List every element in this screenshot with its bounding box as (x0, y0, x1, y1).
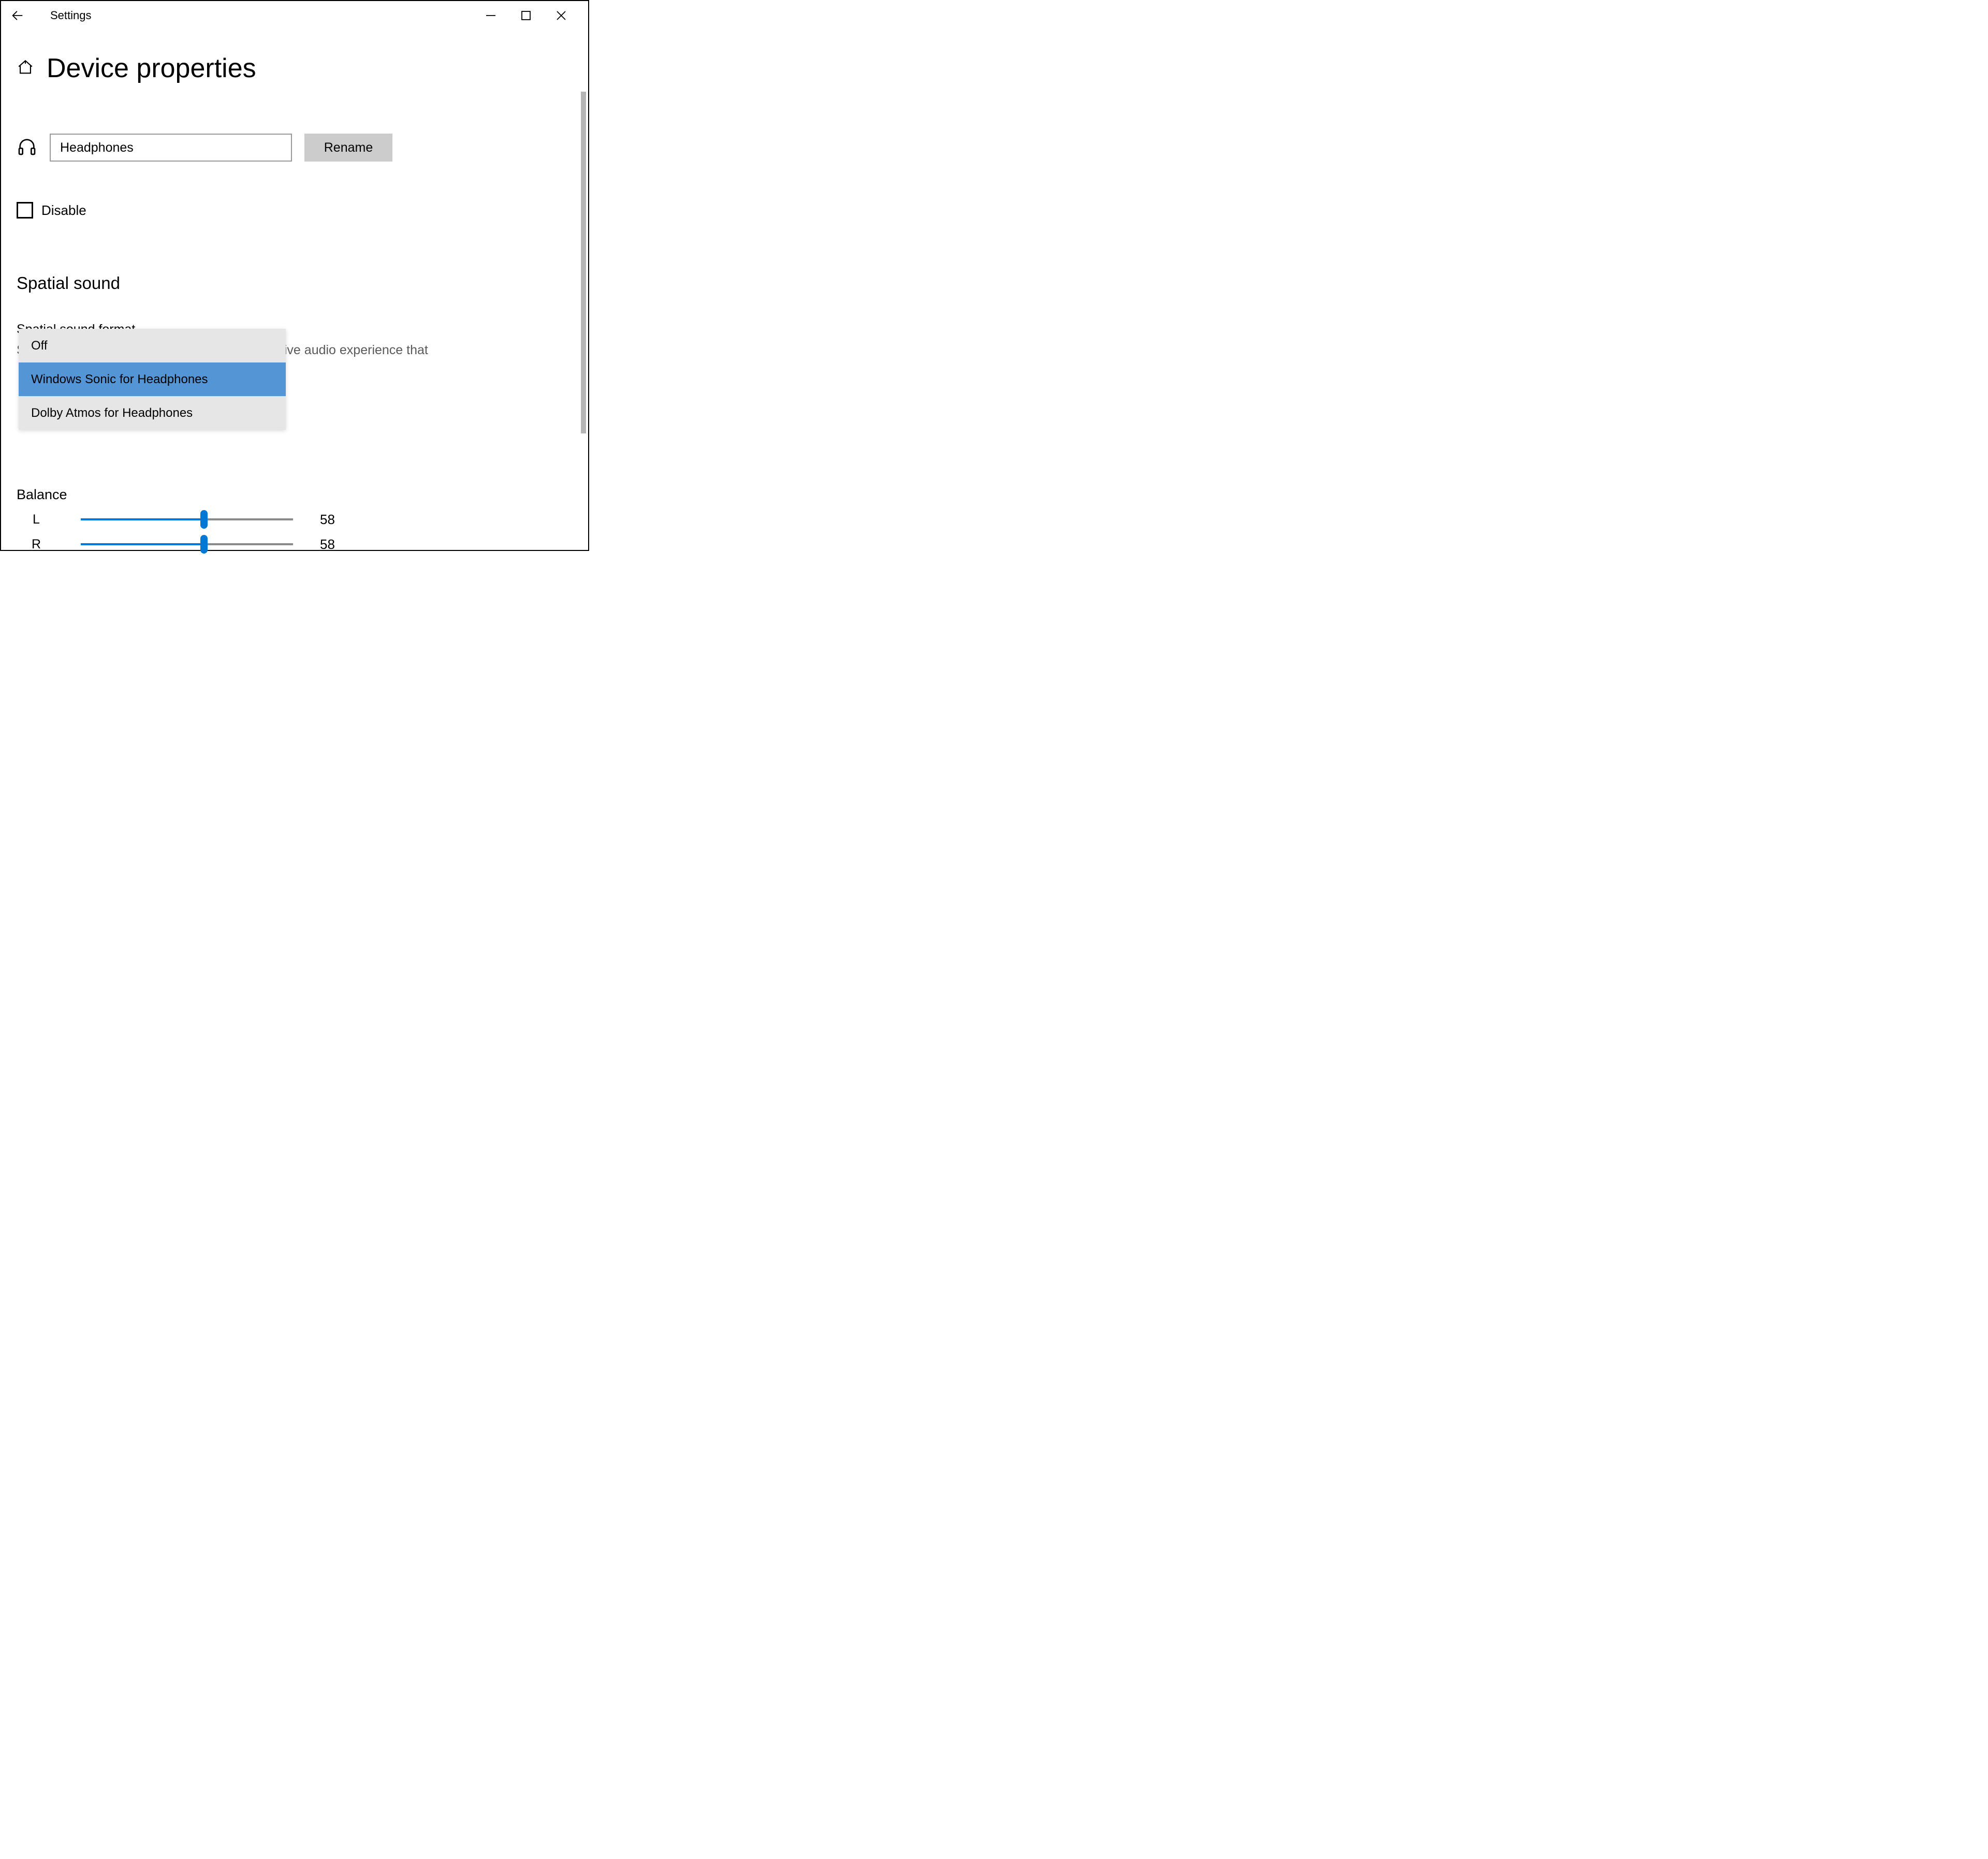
page-title: Device properties (47, 53, 256, 84)
balance-right-slider[interactable] (81, 536, 293, 553)
scrollbar[interactable] (581, 92, 586, 433)
spatial-sound-heading: Spatial sound (17, 273, 573, 293)
spatial-format-dropdown[interactable]: Off Windows Sonic for Headphones Dolby A… (19, 329, 286, 430)
back-arrow-icon (10, 8, 25, 23)
close-button[interactable] (551, 5, 572, 26)
disable-label: Disable (41, 202, 86, 219)
balance-left-label: L (27, 512, 46, 527)
headphones-icon (17, 136, 37, 159)
balance-right-value: 58 (320, 536, 341, 553)
home-icon[interactable] (17, 59, 34, 79)
rename-button[interactable]: Rename (304, 134, 392, 162)
maximize-button[interactable] (516, 5, 536, 26)
device-name-input[interactable] (50, 134, 292, 162)
window-title: Settings (50, 9, 92, 22)
dropdown-option-dolby-atmos[interactable]: Dolby Atmos for Headphones (19, 396, 286, 430)
balance-left-value: 58 (320, 512, 341, 528)
balance-left-slider[interactable] (81, 511, 293, 528)
maximize-icon (520, 10, 532, 21)
minimize-icon (485, 10, 496, 21)
dropdown-option-off[interactable]: Off (19, 329, 286, 362)
dropdown-option-windows-sonic[interactable]: Windows Sonic for Headphones (19, 362, 286, 396)
disable-checkbox[interactable] (17, 202, 33, 219)
minimize-button[interactable] (480, 5, 501, 26)
balance-right-label: R (27, 537, 46, 552)
back-button[interactable] (5, 3, 30, 28)
close-icon (556, 10, 567, 21)
balance-label: Balance (17, 487, 573, 503)
